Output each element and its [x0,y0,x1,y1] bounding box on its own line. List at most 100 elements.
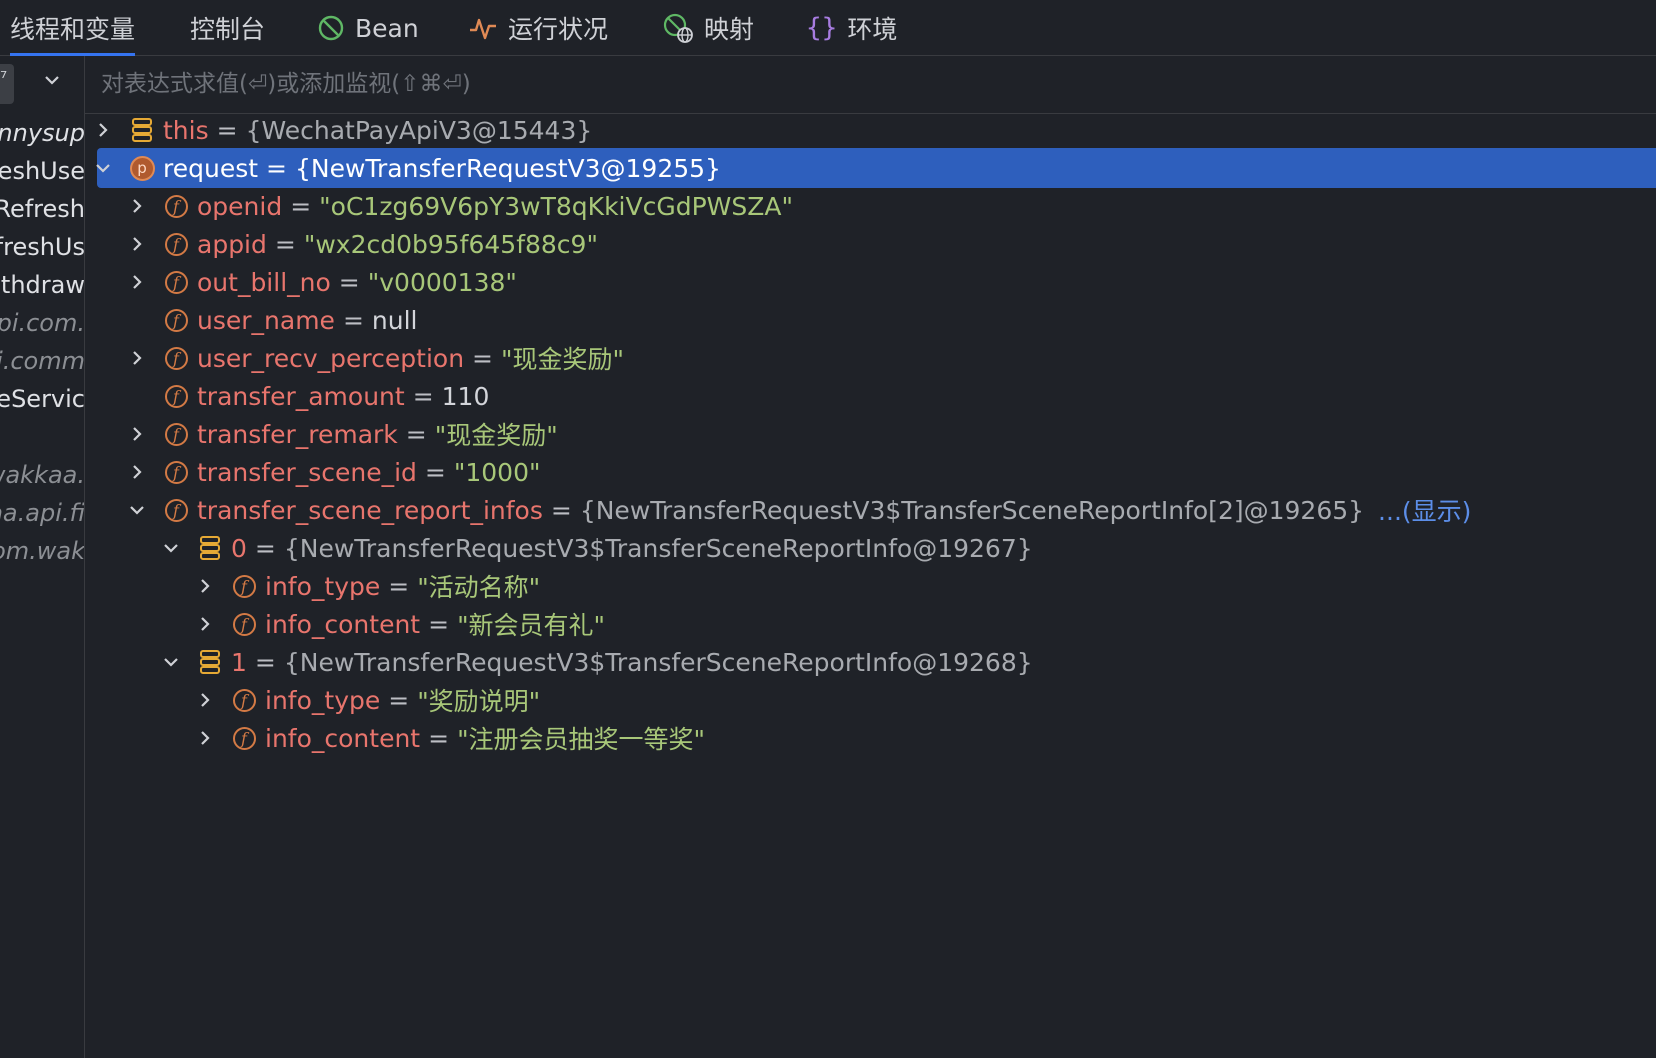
variable-row[interactable]: 1 = {NewTransferRequestV3$TransferSceneRep… [85,642,1656,682]
variable-row[interactable]: f info_content = "注册会员抽奖一等奖" [85,718,1656,758]
frame-item[interactable]: eServic [0,380,84,418]
expand-arrow-icon[interactable] [128,235,146,253]
chevron-down-icon [45,76,59,85]
variable-row[interactable]: this = {WechatPayApiV3@15443} [85,110,1656,150]
collapse-arrow-icon[interactable] [94,159,112,177]
variable-row[interactable]: f transfer_scene_report_infos = {NewTransfe… [85,490,1656,530]
evaluate-expression-input[interactable] [85,56,1585,112]
variable-value: 110 [441,381,490,411]
show-more-link[interactable]: ...(显示) [1378,492,1471,528]
collapse-arrow-icon[interactable] [162,539,180,557]
variable-row[interactable]: f transfer_amount = 110 [85,376,1656,416]
variable-value: {NewTransferRequestV3@19255} [295,153,721,183]
variable-name: openid [197,191,283,221]
variable-row[interactable]: f info_content = "新会员有礼" [85,604,1656,644]
frame-item[interactable]: com.wak [0,532,85,570]
field-icon: f [231,573,257,599]
tab-label: 映射 [704,15,755,44]
frames-panel: ⁷ sunnysup RefreshUse Refresh RefreshUs With… [0,56,85,1058]
frames-dropdown-button[interactable] [42,70,62,94]
bean-icon [317,14,345,42]
equals-sign: = [274,229,296,259]
expand-arrow-icon[interactable] [196,615,214,633]
field-icon: f [163,345,189,371]
variable-value: "现金奖励" [501,345,624,374]
frame-item[interactable]: kaa.api.fi [0,494,84,532]
equals-sign: = [338,267,360,297]
evaluate-bar [85,56,1656,114]
expand-arrow-icon[interactable] [128,425,146,443]
variable-row[interactable]: f user_recv_perception = "现金奖励" [85,338,1656,378]
variable-value: "oC1zg69V6pY3wT8qKkiVcGdPWSZA" [319,191,793,221]
variable-row[interactable]: f out_bill_no = "v0000138" [85,262,1656,302]
frame-item[interactable]: Refresh [0,190,85,228]
frame-item[interactable]: Withdraw [0,266,85,304]
frame-item[interactable]: api.comm [0,342,84,380]
frame-item-label: Refresh [0,195,85,223]
variable-text: 1 = {NewTransferRequestV3$TransferSceneRep… [231,648,1033,677]
field-icon: f [231,687,257,713]
variable-text: out_bill_no = "v0000138" [197,268,517,297]
variable-value: "现金奖励" [434,421,558,450]
variable-row[interactable]: 0 = {NewTransferRequestV3$TransferSceneRep… [85,528,1656,568]
variable-row[interactable]: f openid = "oC1zg69V6pY3wT8qKkiVcGdPWSZA" [85,186,1656,226]
tab-bean[interactable]: Bean [317,0,419,56]
expand-arrow-icon[interactable] [128,349,146,367]
variable-name: info_type [265,571,381,601]
variable-row[interactable]: f transfer_scene_id = "1000" [85,452,1656,492]
frame-item[interactable]: RefreshUse [0,152,85,190]
field-icon: f [163,231,189,257]
frame-item-label: RefreshUse [0,157,85,185]
tab-environment[interactable]: {} 环境 [806,0,897,56]
variable-value: {NewTransferRequestV3$TransferSceneRepor… [579,495,1365,525]
equals-sign: = [428,609,450,639]
field-icon: f [163,383,189,409]
variable-row[interactable]: f appid = "wx2cd0b95f645f88c9" [85,224,1656,264]
expand-arrow-icon[interactable] [94,121,112,139]
frame-item-label: Withdraw [0,271,85,299]
expand-arrow-icon[interactable] [128,463,146,481]
frame-item[interactable]: sunnysup [0,114,85,152]
variable-row[interactable]: p request = {NewTransferRequestV3@19255} [94,148,1656,188]
expand-arrow-icon[interactable] [196,577,214,595]
variable-row[interactable]: f user_name = null [85,300,1656,340]
equals-sign: = [388,571,410,601]
field-icon: f [163,497,189,523]
variable-row[interactable]: f info_type = "活动名称" [85,566,1656,606]
frame-item-label: com.wak [0,537,85,565]
variable-name: transfer_scene_report_infos [197,495,543,525]
variable-name: user_recv_perception [197,343,465,373]
field-icon: f [163,193,189,219]
tab-mapping[interactable]: 映射 [662,0,754,56]
expand-arrow-icon[interactable] [128,197,146,215]
variable-text: request = {NewTransferRequestV3@19255} [163,154,721,183]
variable-row[interactable]: f transfer_remark = "现金奖励" [85,414,1656,454]
variable-name: info_content [265,609,421,639]
frame-item[interactable]: RefreshUs [0,228,85,266]
mapping-icon [662,12,694,44]
field-icon: f [231,611,257,637]
tab-threads-variables[interactable]: 线程和变量 [10,0,136,56]
variable-row[interactable]: f info_type = "奖励说明" [85,680,1656,720]
variable-name: 1 [231,647,247,677]
frame-item[interactable]: api.com. [0,304,84,342]
collapse-arrow-icon[interactable] [128,501,146,519]
variable-value: "注册会员抽奖一等奖" [457,725,706,754]
field-icon: f [163,421,189,447]
expand-arrow-icon[interactable] [128,273,146,291]
variable-text: this = {WechatPayApiV3@15443} [163,116,592,145]
expand-arrow-icon[interactable] [196,729,214,747]
tab-console[interactable]: 控制台 [190,0,265,56]
expand-arrow-icon[interactable] [196,691,214,709]
field-icon: f [163,307,189,333]
filter-toggle-button[interactable]: ⁷ [0,64,14,104]
frame-item[interactable] [0,418,84,456]
frame-item[interactable]: wakkaa. [0,456,84,494]
collapse-arrow-icon[interactable] [162,653,180,671]
frame-item-label: sunnysup [0,119,85,147]
equals-sign: = [254,647,276,677]
variable-value: "1000" [453,457,541,487]
frame-item-label: RefreshUs [0,233,85,261]
equals-sign: = [254,533,276,563]
tab-health[interactable]: 运行状况 [468,0,608,56]
